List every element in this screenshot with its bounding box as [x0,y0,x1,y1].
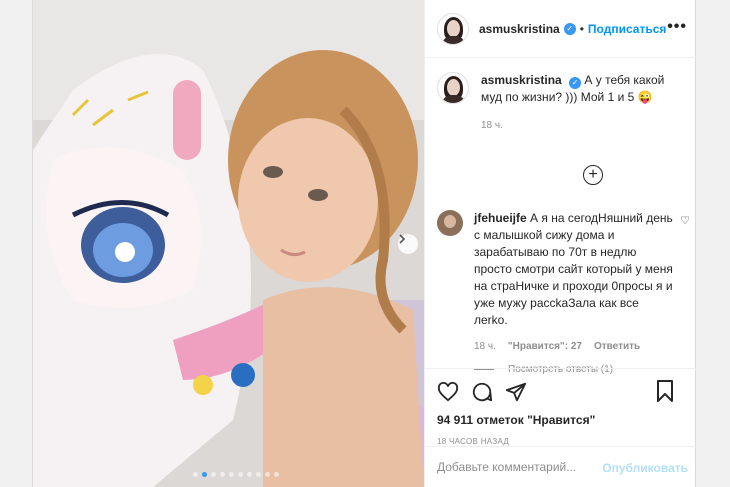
comment-text: jfehueijfe А я на сегодНяшний день с мал… [474,210,674,329]
carousel-dot [265,472,270,477]
photo-illustration [33,0,424,487]
caption-time: 18 ч. [481,120,503,131]
carousel-dot [229,472,234,477]
caption-avatar[interactable] [437,72,469,104]
add-comment-bar: Опубликовать [425,446,698,487]
post-time-ago[interactable]: 18 ЧАСОВ НАЗАД [437,437,686,446]
comment-time: 18 ч. [474,341,496,352]
caption-username[interactable]: asmuskristina [481,73,562,87]
next-slide-button[interactable] [398,234,418,254]
comment-icon[interactable] [471,381,493,403]
bookmark-icon[interactable] [656,380,674,402]
carousel-dot [247,472,252,477]
carousel-dot [211,472,216,477]
post-actions: 94 911 отметок "Нравится" 18 ЧАСОВ НАЗАД [425,368,698,446]
carousel-dot [193,472,198,477]
caption-text: asmuskristina ✓ А у тебя какой муд по жи… [481,72,681,106]
carousel-dot [274,472,279,477]
comment-meta: 18 ч. "Нравится": 27 Ответить [474,341,692,352]
author-username[interactable]: asmuskristina [479,22,560,36]
carousel-dot [256,472,261,477]
carousel-dot [220,472,225,477]
heart-icon[interactable] [437,382,459,402]
publish-button[interactable]: Опубликовать [602,461,688,475]
likes-count[interactable]: 94 911 отметок "Нравится" [437,413,686,427]
author-avatar[interactable] [437,12,469,45]
more-options-icon[interactable]: ••• [667,19,687,35]
carousel-dot [202,472,207,477]
post-modal: asmuskristina ✓ • Подписаться ••• asmusk… [32,0,698,487]
reply-button[interactable]: Ответить [594,341,640,352]
comment-likes-count[interactable]: "Нравится": 27 [508,341,582,352]
comment-input[interactable] [437,460,587,474]
comment-body: А я на сегодНяшний день с малышкой сижу … [474,211,673,327]
post-header: asmuskristina ✓ • Подписаться ••• [425,0,697,58]
follow-button[interactable]: Подписаться [588,22,666,36]
header-separator: • [579,21,584,36]
carousel-dots [193,472,279,477]
load-more-comments-button[interactable]: + [583,165,603,185]
comment-like-heart-icon[interactable]: ♡ [680,214,690,227]
comment-item: jfehueijfe А я на сегодНяшний день с мал… [437,210,692,375]
post-photo[interactable] [33,0,424,487]
commenter-username[interactable]: jfehueijfe [474,211,527,225]
commenter-avatar[interactable] [437,210,463,236]
chevron-right-icon [399,234,406,244]
carousel-dot [238,472,243,477]
post-caption: asmuskristina ✓ А у тебя какой муд по жи… [437,72,687,131]
verified-badge-icon: ✓ [563,22,576,35]
share-icon[interactable] [505,381,527,403]
verified-badge-icon: ✓ [569,77,582,89]
post-sidebar: asmuskristina ✓ • Подписаться ••• asmusk… [424,0,698,487]
